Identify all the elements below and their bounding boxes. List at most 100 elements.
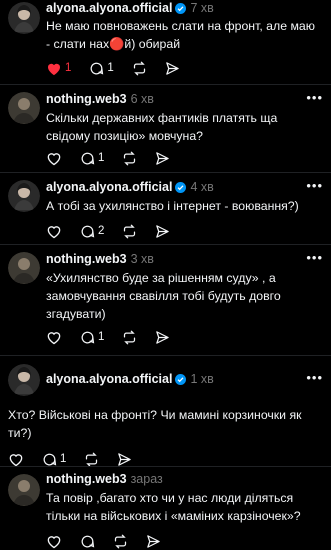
avatar[interactable] bbox=[8, 364, 40, 396]
username[interactable]: alyona.alyona.official bbox=[46, 1, 172, 15]
share-button[interactable] bbox=[165, 61, 180, 76]
reply-button[interactable]: 1 bbox=[42, 452, 66, 467]
share-button[interactable] bbox=[155, 330, 170, 345]
reply-count: 1 bbox=[107, 62, 114, 74]
post-text: Скільки державних фантиків платять ща св… bbox=[46, 111, 278, 143]
avatar[interactable] bbox=[8, 180, 40, 212]
avatar[interactable] bbox=[8, 474, 40, 506]
share-button[interactable] bbox=[117, 452, 132, 467]
reply-button[interactable] bbox=[80, 534, 95, 549]
timestamp: 3 хв bbox=[130, 252, 154, 266]
like-button[interactable] bbox=[8, 452, 24, 467]
reply-bubble-icon bbox=[81, 225, 95, 237]
post-text: Та повір ,багато хто чи у нас люди ділят… bbox=[46, 491, 301, 523]
username[interactable]: nothing.web3 bbox=[46, 472, 127, 486]
heart-icon bbox=[9, 453, 23, 466]
reply-bubble-icon bbox=[90, 62, 104, 74]
post-text: Не маю повноважень слати на фронт, але м… bbox=[46, 19, 315, 51]
heart-icon bbox=[47, 535, 61, 548]
post-text: Хто? Військові на фронті? Чи мамині корз… bbox=[8, 408, 302, 440]
heart-icon bbox=[47, 225, 61, 238]
username[interactable]: nothing.web3 bbox=[46, 92, 127, 106]
repost-button[interactable] bbox=[113, 534, 128, 549]
reply-bubble-icon bbox=[43, 453, 57, 465]
repost-button[interactable] bbox=[122, 224, 137, 239]
reply-count: 1 bbox=[60, 453, 67, 465]
divider bbox=[0, 355, 331, 356]
share-button[interactable] bbox=[146, 534, 161, 549]
post-header: nothing.web3 3 хв bbox=[46, 252, 154, 266]
like-button[interactable]: 1 bbox=[46, 61, 71, 76]
repost-icon bbox=[86, 452, 98, 466]
heart-icon bbox=[47, 331, 61, 344]
like-button[interactable] bbox=[46, 151, 62, 166]
reply-count: 1 bbox=[98, 331, 105, 343]
like-button[interactable] bbox=[46, 330, 62, 345]
divider bbox=[0, 244, 331, 245]
like-button[interactable] bbox=[46, 534, 62, 549]
post-header: nothing.web3 зараз bbox=[46, 472, 163, 486]
divider bbox=[0, 466, 331, 467]
like-button[interactable] bbox=[46, 224, 62, 239]
verified-badge-icon bbox=[175, 182, 187, 196]
heart-icon bbox=[47, 152, 61, 165]
share-button[interactable] bbox=[155, 151, 170, 166]
avatar[interactable] bbox=[8, 252, 40, 284]
repost-icon bbox=[133, 61, 145, 75]
repost-button[interactable] bbox=[132, 61, 147, 76]
timestamp: 4 хв bbox=[190, 180, 214, 194]
repost-icon bbox=[124, 151, 136, 165]
reply-button[interactable]: 1 bbox=[80, 151, 104, 166]
send-icon bbox=[156, 330, 170, 344]
heart-filled-icon bbox=[48, 63, 60, 75]
avatar[interactable] bbox=[8, 2, 40, 34]
username[interactable]: alyona.alyona.official bbox=[46, 180, 172, 194]
timestamp: 1 хв bbox=[190, 372, 214, 386]
share-button[interactable] bbox=[155, 224, 170, 239]
verified-badge-icon bbox=[175, 3, 187, 17]
action-bar: 1 1 bbox=[46, 59, 198, 77]
more-options-button[interactable]: ••• bbox=[306, 250, 323, 265]
post-header: alyona.alyona.official 1 хв bbox=[46, 372, 214, 388]
action-bar: 2 bbox=[46, 222, 188, 240]
reply-count: 1 bbox=[98, 152, 105, 164]
action-bar: 1 bbox=[46, 328, 188, 346]
timestamp: 7 хв bbox=[190, 1, 214, 15]
send-icon bbox=[118, 452, 132, 466]
post-text: А тобі за ухилянство і інтернет - воюван… bbox=[46, 199, 299, 213]
repost-icon bbox=[124, 330, 136, 344]
more-options-button[interactable]: ••• bbox=[306, 370, 323, 385]
reply-bubble-icon bbox=[81, 331, 95, 343]
more-options-button[interactable]: ••• bbox=[306, 178, 323, 193]
send-icon bbox=[156, 151, 170, 165]
reply-bubble-icon bbox=[81, 535, 95, 547]
divider bbox=[0, 172, 331, 173]
username[interactable]: alyona.alyona.official bbox=[46, 372, 172, 386]
repost-button[interactable] bbox=[122, 330, 137, 345]
repost-button[interactable] bbox=[84, 452, 99, 467]
send-icon bbox=[156, 224, 170, 238]
reply-count: 2 bbox=[98, 225, 105, 237]
username[interactable]: nothing.web3 bbox=[46, 252, 127, 266]
send-icon bbox=[147, 534, 160, 548]
repost-icon bbox=[114, 534, 127, 548]
reply-button[interactable]: 1 bbox=[89, 61, 114, 76]
reply-button[interactable]: 2 bbox=[80, 224, 104, 239]
timestamp: зараз bbox=[130, 472, 163, 486]
repost-icon bbox=[124, 224, 136, 238]
avatar[interactable] bbox=[8, 92, 40, 124]
post-header: alyona.alyona.official 4 хв bbox=[46, 180, 214, 196]
action-bar bbox=[46, 532, 179, 550]
verified-badge-icon bbox=[175, 374, 187, 388]
send-icon bbox=[166, 61, 179, 75]
like-count: 1 bbox=[65, 62, 72, 74]
reply-bubble-icon bbox=[81, 152, 95, 164]
more-options-button[interactable]: ••• bbox=[306, 90, 323, 105]
timestamp: 6 хв bbox=[130, 92, 154, 106]
divider bbox=[0, 84, 331, 85]
repost-button[interactable] bbox=[122, 151, 137, 166]
post-header: alyona.alyona.official 7 хв bbox=[46, 1, 214, 17]
action-bar: 1 bbox=[46, 149, 188, 167]
reply-button[interactable]: 1 bbox=[80, 330, 104, 345]
post-header: nothing.web3 6 хв bbox=[46, 92, 154, 106]
